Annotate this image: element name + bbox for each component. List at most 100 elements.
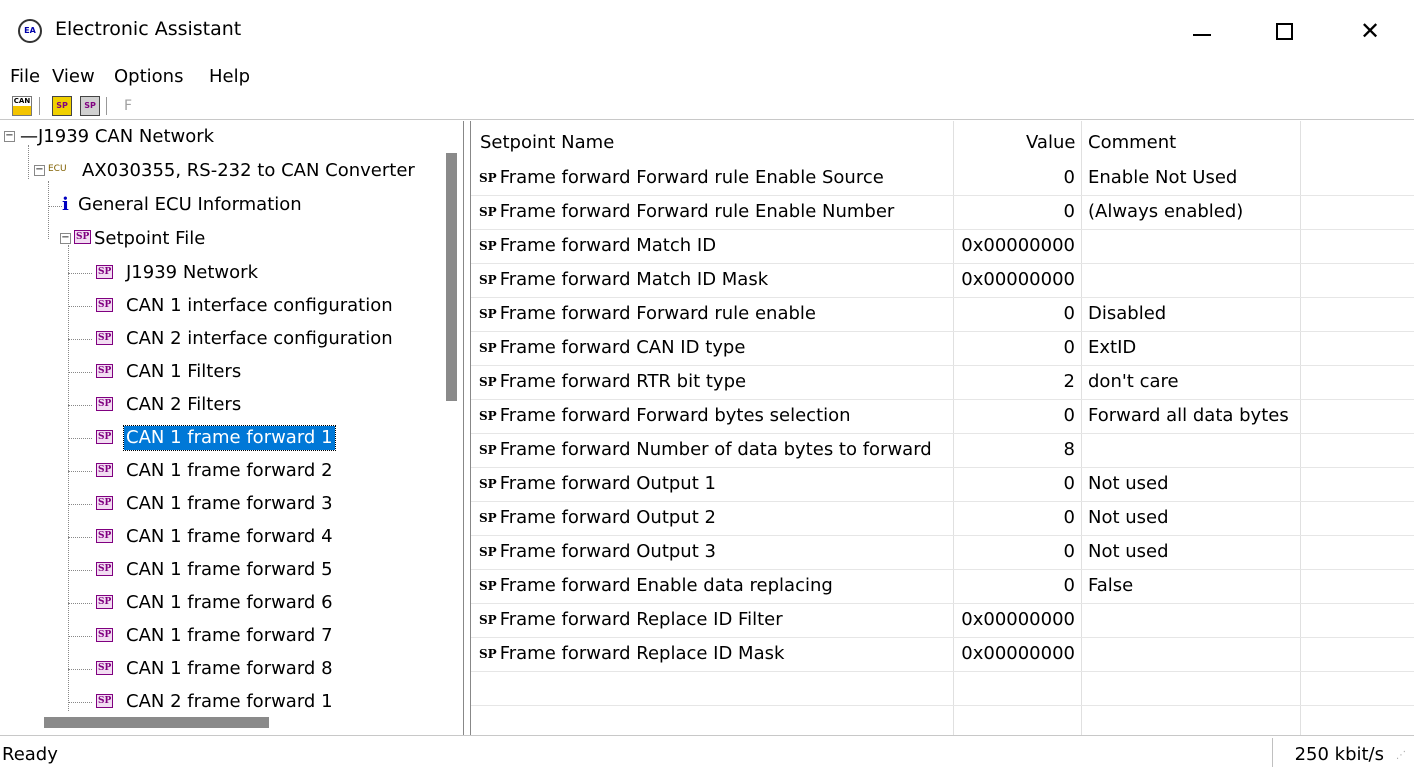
tree-horizontal-scrollbar[interactable] bbox=[0, 711, 441, 735]
tree-connector bbox=[68, 245, 69, 711]
table-row[interactable]: SP Frame forward Forward rule enable 0 Disa… bbox=[471, 297, 1414, 331]
setpoint-icon: SP bbox=[96, 529, 114, 543]
table-row[interactable]: SP Frame forward Output 3 0 Not used bbox=[471, 535, 1414, 569]
setpoint-name: Frame forward Output 2 bbox=[499, 507, 716, 528]
setpoint-value-cell[interactable]: 0x00000000 bbox=[954, 263, 1081, 297]
tree-item-label: CAN 1 interface configuration bbox=[126, 295, 393, 316]
setpoint-value-cell[interactable]: 2 bbox=[954, 365, 1081, 399]
tree-item-label: CAN 1 frame forward 7 bbox=[126, 625, 333, 646]
column-header-comment[interactable]: Comment bbox=[1088, 132, 1176, 153]
table-row[interactable]: SP Frame forward Forward bytes selection 0… bbox=[471, 399, 1414, 433]
table-row[interactable]: SP Frame forward Output 2 0 Not used bbox=[471, 501, 1414, 535]
menu-file[interactable]: File bbox=[10, 66, 40, 87]
minimize-icon bbox=[1193, 34, 1211, 36]
setpoint-icon: SP bbox=[96, 661, 114, 675]
window-title: Electronic Assistant bbox=[55, 18, 242, 40]
setpoint-value-cell[interactable]: 0 bbox=[954, 467, 1081, 501]
setpoint-icon: SP bbox=[479, 239, 497, 253]
collapse-icon[interactable]: − bbox=[34, 165, 45, 176]
table-row[interactable]: SP Frame forward Replace ID Mask 0x0000000… bbox=[471, 637, 1414, 671]
table-row[interactable]: SP Frame forward Number of data bytes to … bbox=[471, 433, 1414, 467]
setpoint-comment-cell bbox=[1082, 637, 1300, 671]
setpoint-icon: SP bbox=[96, 694, 114, 708]
tree-connector bbox=[68, 636, 92, 637]
can-network-icon[interactable]: CAN bbox=[12, 96, 32, 116]
setpoint-value-cell[interactable]: 0x00000000 bbox=[954, 637, 1081, 671]
setpoint-icon: SP bbox=[479, 375, 497, 389]
setpoint-value-cell[interactable]: 8 bbox=[954, 433, 1081, 467]
setpoint-name: Frame forward Replace ID Filter bbox=[499, 609, 783, 630]
minimize-button[interactable] bbox=[1172, 10, 1232, 52]
toolbar-separator bbox=[106, 97, 107, 115]
scrollbar-thumb[interactable] bbox=[44, 717, 269, 728]
table-row[interactable]: SP Frame forward Forward rule Enable Numb… bbox=[471, 195, 1414, 229]
setpoint-value-cell[interactable]: 0 bbox=[954, 569, 1081, 603]
setpoint-name: Frame forward Forward rule enable bbox=[499, 303, 816, 324]
scrollbar-thumb[interactable] bbox=[446, 153, 457, 401]
setpoint-icon: SP bbox=[96, 430, 114, 444]
setpoint-value-cell[interactable]: 0 bbox=[954, 195, 1081, 229]
grid-header: Setpoint Name Value Comment bbox=[471, 124, 1414, 164]
setpoint-name: Frame forward Forward bytes selection bbox=[499, 405, 851, 426]
setpoint-comment-cell: False bbox=[1088, 575, 1134, 596]
tree-vertical-scrollbar[interactable] bbox=[441, 121, 463, 711]
tree-view[interactable]: − — J1939 CAN Network − ECU AX030355, RS… bbox=[0, 121, 464, 735]
setpoint-value-cell[interactable]: 0x00000000 bbox=[954, 603, 1081, 637]
setpoint-name-cell: SP Frame forward RTR bit type bbox=[471, 365, 953, 399]
close-button[interactable]: ✕ bbox=[1340, 10, 1400, 52]
table-row[interactable]: SP Frame forward CAN ID type 0 ExtID bbox=[471, 331, 1414, 365]
table-row[interactable]: SP Frame forward Forward rule Enable Sour… bbox=[471, 161, 1414, 195]
table-row[interactable]: SP Frame forward Match ID Mask 0x00000000 bbox=[471, 263, 1414, 297]
setpoint-value-cell[interactable]: 0 bbox=[954, 535, 1081, 569]
setpoint-name: Frame forward Forward rule Enable Source bbox=[499, 167, 884, 188]
row-divider bbox=[471, 705, 1414, 706]
setpoint-name-cell: SP Frame forward Forward rule enable bbox=[471, 297, 953, 331]
column-header-value[interactable]: Value bbox=[1026, 132, 1075, 153]
setpoint-comment-cell: Enable Not Used bbox=[1088, 167, 1238, 188]
tree-item-label: CAN 2 Filters bbox=[126, 394, 242, 415]
close-icon: ✕ bbox=[1359, 17, 1381, 45]
setpoint-icon: SP bbox=[479, 409, 497, 423]
setpoint-name: Frame forward Match ID bbox=[499, 235, 717, 256]
title-bar[interactable]: EA Electronic Assistant ✕ bbox=[0, 0, 1414, 62]
setpoint-name: Frame forward Enable data replacing bbox=[499, 575, 833, 596]
table-row[interactable]: SP Frame forward RTR bit type 2 don't care bbox=[471, 365, 1414, 399]
setpoint-icon: SP bbox=[96, 397, 114, 411]
menu-view[interactable]: View bbox=[52, 66, 95, 87]
tree-connector bbox=[68, 669, 92, 670]
ecu-icon: ECU bbox=[48, 164, 67, 174]
maximize-button[interactable] bbox=[1254, 10, 1314, 52]
setpoint-value-cell[interactable]: 0 bbox=[954, 297, 1081, 331]
table-row[interactable]: SP Frame forward Replace ID Filter 0x00000… bbox=[471, 603, 1414, 637]
table-row[interactable]: SP Frame forward Output 1 0 Not used bbox=[471, 467, 1414, 501]
setpoint-grid[interactable]: Setpoint Name Value Comment SP Frame forw… bbox=[470, 121, 1414, 740]
setpoint-value-cell[interactable]: 0 bbox=[954, 399, 1081, 433]
collapse-icon[interactable]: − bbox=[4, 131, 15, 142]
menu-options[interactable]: Options bbox=[114, 66, 183, 87]
column-header-name[interactable]: Setpoint Name bbox=[480, 132, 614, 153]
setpoint-name-cell: SP Frame forward Forward rule Enable Sour… bbox=[471, 161, 953, 195]
setpoint-value-cell[interactable]: 0 bbox=[954, 331, 1081, 365]
setpoint-icon: SP bbox=[96, 496, 114, 510]
setpoint-value-cell[interactable]: 0 bbox=[954, 501, 1081, 535]
table-row[interactable]: SP Frame forward Enable data replacing 0 Fa… bbox=[471, 569, 1414, 603]
setpoint-name-cell: SP Frame forward CAN ID type bbox=[471, 331, 953, 365]
resize-grip-icon[interactable]: ⋰ bbox=[1396, 750, 1410, 764]
flash-icon[interactable]: F bbox=[118, 96, 138, 116]
setpoint-icon: SP bbox=[96, 562, 114, 576]
setpoint-name: Frame forward Number of data bytes to fo… bbox=[499, 439, 932, 460]
setpoint-comment-cell bbox=[1082, 433, 1300, 467]
setpoint-value-cell[interactable]: 0x00000000 bbox=[954, 229, 1081, 263]
table-row[interactable]: SP Frame forward Match ID 0x00000000 bbox=[471, 229, 1414, 263]
open-setpoint-icon[interactable]: SP bbox=[52, 96, 72, 116]
setpoint-name: Frame forward RTR bit type bbox=[499, 371, 747, 392]
tree-connector bbox=[68, 471, 92, 472]
setpoint-icon: SP bbox=[479, 579, 497, 593]
setpoint-icon: SP bbox=[479, 647, 497, 661]
setpoint-value-cell[interactable]: 0 bbox=[954, 161, 1081, 195]
menu-help[interactable]: Help bbox=[209, 66, 250, 87]
setpoint-name-cell: SP Frame forward Forward bytes selection bbox=[471, 399, 953, 433]
save-setpoint-icon[interactable]: SP bbox=[80, 96, 100, 116]
setpoint-icon: SP bbox=[479, 341, 497, 355]
collapse-icon[interactable]: − bbox=[60, 233, 71, 244]
